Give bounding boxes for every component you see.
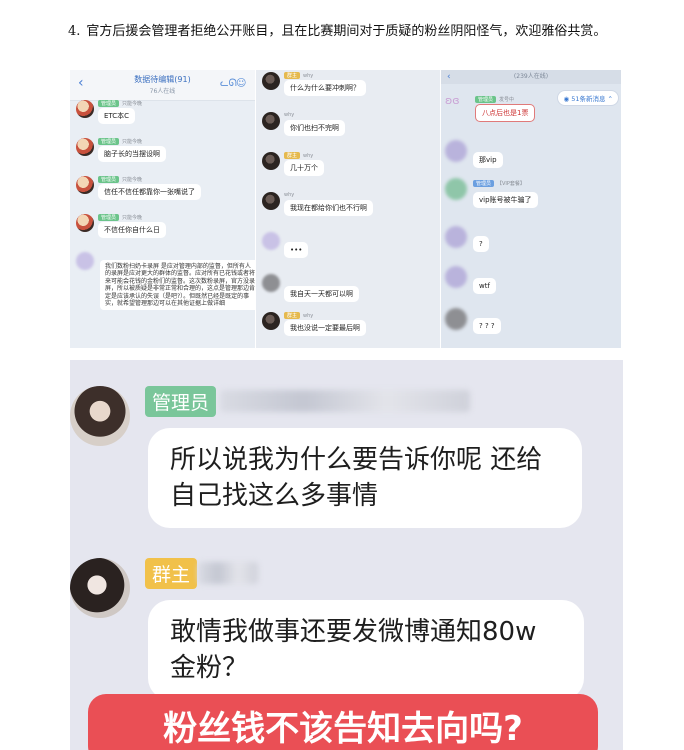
avatar[interactable]: [262, 274, 280, 292]
paragraph-text: 官方后援会管理者拒绝公开账目，且在比赛期间对于质疑的粉丝阴阳怪气，欢迎雅俗共赏。: [86, 24, 607, 39]
new-messages-button[interactable]: ◉ 51条新消息 ⌃: [557, 90, 619, 106]
avatar[interactable]: [445, 226, 467, 248]
sender-name: 发号中: [499, 97, 515, 103]
screenshot-panel-3: ‹ (239人在线) ◉ 51条新消息 ⌃ ʚɞ 管理员 发号中 八点后也是1票 …: [441, 70, 621, 348]
avatar[interactable]: [76, 214, 94, 232]
message-bubble: 敢情我做事还要发微博通知80w 金粉？: [148, 600, 584, 700]
avatar[interactable]: [76, 138, 94, 156]
blurred-username: [198, 562, 258, 584]
message-bubble: 八点后也是1票: [475, 104, 536, 122]
avatar[interactable]: [76, 100, 94, 118]
owner-tag: 群主: [284, 72, 301, 79]
sender-name: 只能今晚: [122, 215, 143, 221]
avatar[interactable]: [262, 232, 280, 250]
message-bubble: 信任不信任都靠你一张嘴说了: [98, 184, 201, 200]
avatar[interactable]: [70, 558, 130, 618]
admin-tag: 管理员: [145, 386, 217, 417]
avatar[interactable]: [70, 386, 130, 446]
admin-tag: 管理员: [98, 138, 120, 145]
owner-tag: 群主: [145, 558, 198, 589]
message-bubble: 几十万个: [284, 160, 324, 176]
message-bubble: 我自天一天都可以啊: [284, 286, 359, 302]
caption-overlay: 粉丝钱不该告知去向吗?: [88, 694, 598, 750]
avatar[interactable]: [262, 152, 280, 170]
message-bubble: ETC本C: [98, 108, 136, 124]
message-bubble: 那vip: [473, 152, 503, 168]
message-bubble: 脑子长的当摆设啊: [98, 146, 166, 162]
message-bubble: ? ? ?: [473, 318, 501, 334]
message-bubble: ?: [473, 236, 489, 252]
screenshot-panel-1: ‹ 数据待编辑(91) 76人在线 ᓚᘏ ☺ 管理员 只能今晚 ETC本C 管理员…: [70, 70, 255, 348]
sender-name: 只能今晚: [122, 139, 143, 145]
message-bubble: 你们也扫不完啊: [284, 120, 345, 136]
message-bubble: 不信任你自什么日: [98, 222, 166, 238]
avatar[interactable]: [262, 192, 280, 210]
chat-header: ‹ (239人在线): [441, 70, 621, 84]
back-icon[interactable]: ‹: [447, 70, 451, 84]
message-bubble: 我现在都给你们也不行啊: [284, 200, 373, 216]
message-bubble: vip账号被牛骗了: [473, 192, 538, 208]
message-bubble: •••: [284, 242, 309, 258]
admin-tag: 管理员: [473, 180, 495, 187]
sender-name: 只能今晚: [122, 177, 143, 183]
admin-tag: 管理员: [98, 214, 120, 221]
owner-tag: 群主: [284, 152, 301, 159]
people-icon[interactable]: ☺: [236, 78, 246, 89]
message-bubble: 什么为什么要冲刺啊？: [284, 80, 366, 96]
sender-name: why: [284, 192, 295, 198]
avatar[interactable]: [76, 176, 94, 194]
message-bubble: 所以说我为什么要告诉你呢 还给 自己找这么多事情: [148, 428, 582, 528]
avatar[interactable]: [76, 252, 94, 270]
chat-header: ‹ 数据待编辑(91) 76人在线 ᓚᘏ ☺: [70, 70, 255, 101]
admin-tag: 管理员: [98, 100, 120, 107]
paragraph-number: 4.: [68, 24, 81, 39]
avatar[interactable]: [262, 72, 280, 90]
cat-icon[interactable]: ᓚᘏ: [220, 78, 237, 89]
owner-tag: 群主: [284, 312, 301, 319]
sender-name: why: [303, 73, 314, 79]
avatar[interactable]: [445, 178, 467, 200]
sender-name: 只能今晚: [122, 101, 143, 107]
sheep-sticker-icon: ʚɞ: [445, 94, 460, 107]
admin-tag: 管理员: [98, 176, 120, 183]
paragraph-4: 4. 官方后援会管理者拒绝公开账目，且在比赛期间对于质疑的粉丝阴阳怪气，欢迎雅俗共…: [68, 22, 628, 42]
sender-name: why: [303, 313, 314, 319]
avatar[interactable]: [262, 112, 280, 130]
avatar[interactable]: [445, 308, 467, 330]
sender-name: why: [284, 112, 295, 118]
blurred-username: [220, 390, 470, 412]
avatar[interactable]: [262, 312, 280, 330]
screenshot-panel-2: 群主 why 什么为什么要冲刺啊？ why 你们也扫不完啊 群主 why 几十万个 …: [256, 70, 440, 348]
sender-name: 【VIP套餐】: [497, 181, 525, 187]
message-bubble: wtf: [473, 278, 496, 294]
online-count: (239人在线): [513, 73, 549, 80]
zoomed-chat-screenshot: 管理员 所以说我为什么要告诉你呢 还给 自己找这么多事情 群主 敢情我做事还要发…: [70, 360, 623, 750]
avatar[interactable]: [445, 140, 467, 162]
message-bubble: 我也没说一定要最后啊: [284, 320, 366, 336]
admin-tag: 管理员: [475, 96, 497, 103]
avatar[interactable]: [445, 266, 467, 288]
long-message-bubble: 我们数粉扫奶卡录屏 是应对管理内部的监督，但所有人的录屏是应对更大的群体的监督。…: [100, 260, 255, 311]
sender-name: why: [303, 153, 314, 159]
